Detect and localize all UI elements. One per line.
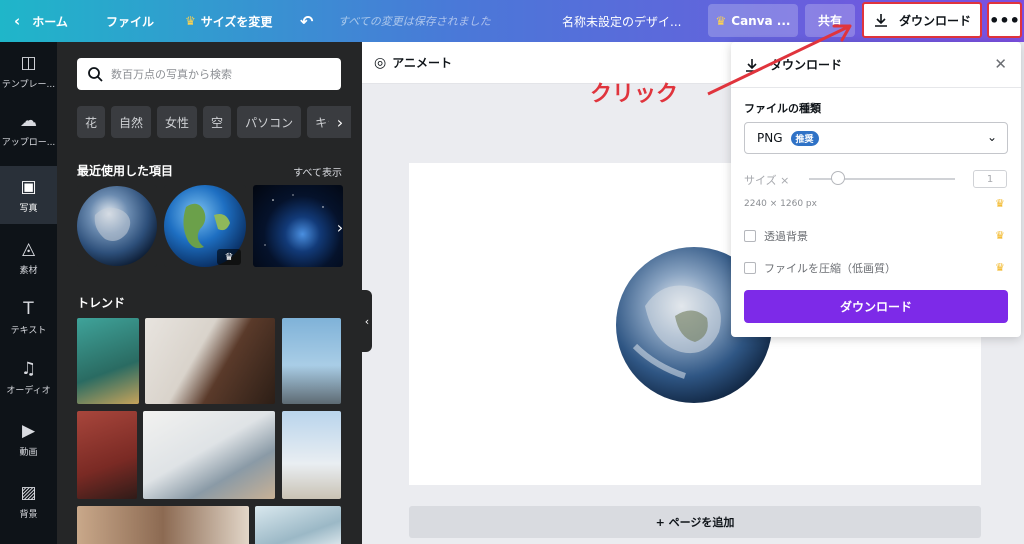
search-icon [88, 67, 103, 82]
chip-nature[interactable]: 自然 [111, 106, 152, 138]
recent-section-title: 最近使用した項目 [77, 164, 174, 178]
rail-item-elements[interactable]: ◬ 素材 [0, 228, 57, 286]
annotation-arrow-icon [707, 24, 852, 96]
trend-photo[interactable] [77, 411, 137, 499]
rail-item-audio[interactable]: ♫ オーディオ [0, 348, 57, 406]
collapse-panel-button[interactable]: ‹ [362, 290, 372, 352]
undo-icon: ↶ [300, 11, 314, 31]
rail-item-photos[interactable]: ▣ 写真 [0, 166, 57, 224]
more-options-button[interactable]: ••• [987, 2, 1022, 38]
left-rail: ◫ テンプレー... ☁ アップロー... ▣ 写真 ◬ 素材 T テキスト ♫… [0, 42, 57, 544]
trend-photo[interactable] [145, 318, 275, 404]
size-input[interactable]: 1 [973, 170, 1007, 188]
resize-button[interactable]: ♛ サイズを変更 [185, 0, 272, 42]
trend-photo[interactable] [282, 318, 341, 404]
rail-item-video[interactable]: ▶ 動画 [0, 410, 57, 468]
chevron-left-icon: ‹ [14, 12, 21, 30]
video-icon: ▶ [21, 421, 36, 441]
add-page-button[interactable]: + ページを追加 [409, 506, 981, 538]
search-box[interactable] [77, 58, 341, 90]
dimensions-text: 2240 × 1260 px [744, 199, 817, 209]
search-input[interactable] [111, 67, 331, 81]
compress-option[interactable]: ファイルを圧縮（低画質） [744, 260, 896, 276]
download-icon [874, 14, 887, 27]
music-note-icon: ♫ [20, 359, 37, 379]
transparent-bg-option[interactable]: 透過背景 [744, 228, 808, 244]
home-label: ホーム [32, 14, 68, 29]
trend-photo[interactable] [143, 411, 275, 499]
animate-button[interactable]: アニメート [392, 54, 452, 71]
upload-cloud-icon: ☁ [20, 111, 37, 131]
file-type-label: ファイルの種類 [744, 102, 821, 115]
rail-item-templates[interactable]: ◫ テンプレー... [0, 42, 57, 100]
file-type-select[interactable]: PNG 推奨 ⌄ [744, 122, 1008, 154]
rail-item-text[interactable]: T テキスト [0, 288, 57, 346]
text-icon: T [23, 299, 34, 319]
file-menu-button[interactable]: ファイル [106, 0, 154, 42]
background-pattern-icon: ▨ [20, 483, 37, 503]
crown-icon: ♛ [995, 197, 1005, 210]
trend-photo[interactable] [77, 318, 139, 404]
chip-flower[interactable]: 花 [77, 106, 106, 138]
crown-icon: ♛ [185, 14, 196, 28]
chevron-left-icon: ‹ [364, 314, 370, 328]
home-button[interactable]: ‹ ホーム [14, 0, 68, 42]
compress-checkbox[interactable] [744, 262, 756, 274]
transparent-bg-checkbox[interactable] [744, 230, 756, 242]
trend-photo[interactable] [77, 506, 249, 544]
template-icon: ◫ [20, 53, 37, 73]
rail-item-background[interactable]: ▨ 背景 [0, 472, 57, 530]
trend-photo[interactable] [282, 411, 341, 499]
animate-icon: ◎ [374, 54, 387, 71]
chips-next-button[interactable]: › [329, 106, 351, 138]
chip-sky[interactable]: 空 [203, 106, 232, 138]
recent-next-button[interactable]: › [329, 214, 351, 240]
crown-icon: ♛ [995, 229, 1005, 242]
trend-photo[interactable] [255, 506, 341, 544]
size-slider-handle[interactable] [831, 171, 845, 185]
photo-icon: ▣ [20, 177, 37, 197]
crown-icon: ♛ [995, 261, 1005, 274]
keyword-chips: 花 自然 女性 空 パソコン キラ [77, 106, 348, 138]
chevron-right-icon: › [336, 217, 344, 237]
editor-toolbar: ◎ アニメート [362, 42, 742, 84]
size-label: サイズ × [744, 174, 790, 187]
download-button[interactable]: ダウンロード [862, 2, 982, 38]
undo-button[interactable]: ↶ [300, 0, 313, 42]
recent-earth-photo-1[interactable] [77, 185, 157, 267]
save-status: すべての変更は保存されました [338, 15, 491, 28]
crown-icon: ♛ [224, 251, 234, 263]
file-type-value: PNG [757, 131, 783, 145]
chip-woman[interactable]: 女性 [157, 106, 198, 138]
rail-item-uploads[interactable]: ☁ アップロー... [0, 100, 57, 158]
chip-computer[interactable]: パソコン [237, 106, 302, 138]
shapes-icon: ◬ [21, 239, 36, 259]
recommended-badge: 推奨 [790, 130, 819, 146]
top-bar: ‹ ホーム ファイル ♛ サイズを変更 ↶ すべての変更は保存されました 名称未… [0, 0, 1024, 42]
close-icon[interactable]: ✕ [994, 55, 1007, 73]
photos-panel: 花 自然 女性 空 パソコン キラ › 最近使用した項目 すべて表示 [57, 42, 362, 544]
chevron-down-icon: ⌄ [986, 130, 997, 144]
download-submit-button[interactable]: ダウンロード [744, 290, 1008, 323]
click-annotation-text: クリック [590, 82, 679, 107]
design-title[interactable]: 名称未設定のデザイ... [562, 0, 681, 42]
show-all-link[interactable]: すべて表示 [293, 164, 342, 179]
trend-section-title: トレンド [77, 296, 126, 310]
premium-crown-badge: ♛ [217, 249, 241, 265]
chevron-right-icon: › [336, 112, 344, 132]
